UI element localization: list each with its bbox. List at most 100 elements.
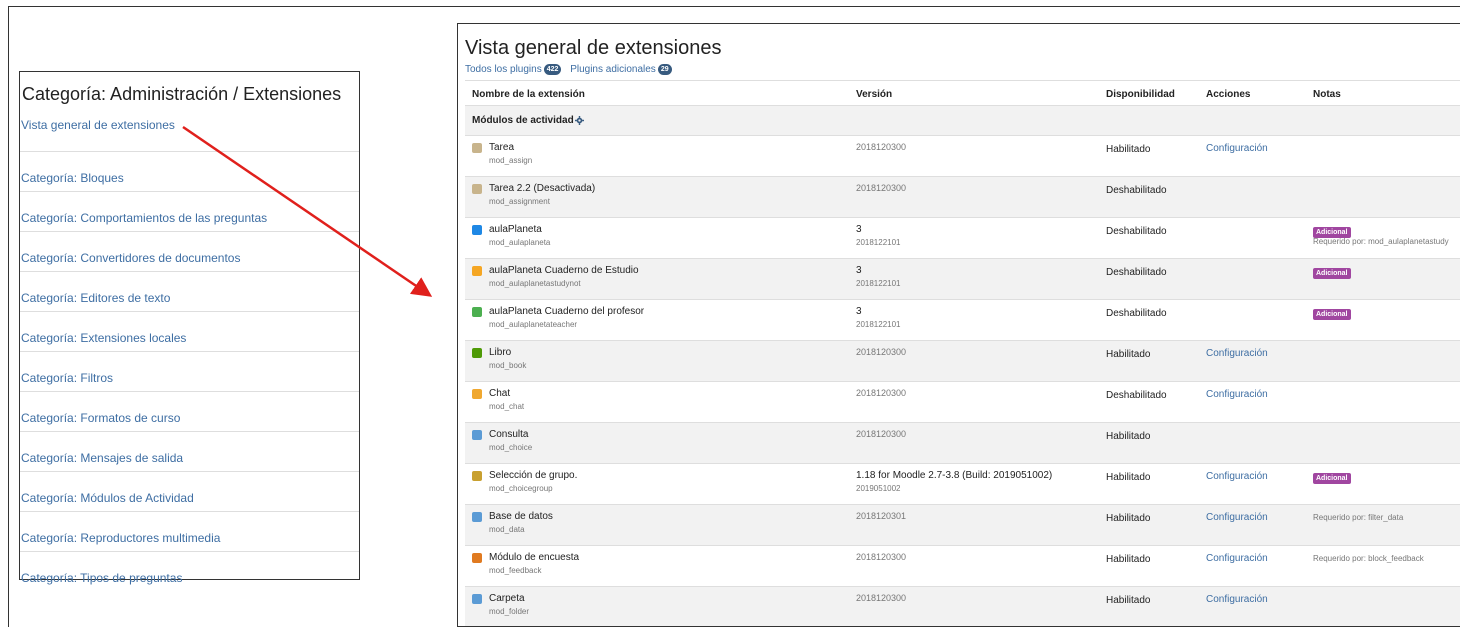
- chat-icon: [472, 389, 482, 399]
- plugin-version: 2018122101: [856, 238, 901, 247]
- category-link-label[interactable]: Categoría: Convertidores de documentos: [21, 232, 359, 264]
- table-row: Selección de grupo. mod_choicegroup 1.18 f…: [465, 463, 1460, 504]
- plugin-required-by: Requerido por: block_feedback: [1313, 554, 1424, 563]
- table-row: Consulta mod_choice 2018120300 Habilitado: [465, 422, 1460, 463]
- plugin-component: mod_aulaplanetastudynot: [489, 279, 581, 288]
- plugin-release: 3: [856, 265, 862, 276]
- plugin-required-by: Requerido por: mod_aulaplanetastudy: [1313, 237, 1449, 246]
- category-link-label[interactable]: Categoría: Formatos de curso: [21, 392, 359, 424]
- frame-left-border: [8, 6, 9, 627]
- table-row: aulaPlaneta Cuaderno de Estudio mod_aulap…: [465, 258, 1460, 299]
- plugin-availability: Deshabilitado: [1106, 267, 1167, 278]
- plugin-version: 2018120300: [856, 429, 907, 439]
- plugin-settings-link[interactable]: Configuración: [1206, 512, 1268, 523]
- feedback-icon: [472, 553, 482, 563]
- plugin-rows: Tarea mod_assign 2018120300 Habilitado Confi…: [465, 135, 1460, 626]
- plugin-name: Chat: [489, 388, 511, 399]
- plugin-name: Selección de grupo.: [489, 470, 578, 481]
- additional-badge: Adicional: [1313, 268, 1351, 279]
- all-plugins-label[interactable]: Todos los plugins: [465, 64, 542, 75]
- plugin-component: mod_folder: [489, 607, 530, 616]
- category-link-blocks[interactable]: Categoría: Bloques: [20, 152, 359, 192]
- plugin-release: 3: [856, 306, 862, 317]
- plugin-name: aulaPlaneta: [489, 224, 542, 235]
- category-link-question-behaviours[interactable]: Categoría: Comportamientos de las pregun…: [20, 192, 359, 232]
- additional-plugins-label[interactable]: Plugins adicionales: [570, 64, 656, 75]
- plugin-release: 3: [856, 224, 862, 235]
- plugin-name: aulaPlaneta Cuaderno del profesor: [489, 306, 645, 317]
- additional-plugins-link[interactable]: Plugins adicionales 29: [570, 64, 672, 75]
- category-link-course-formats[interactable]: Categoría: Formatos de curso: [20, 392, 359, 432]
- database-icon: [472, 512, 482, 522]
- plugin-name: Tarea 2.2 (Desactivada): [489, 183, 596, 194]
- plugin-settings-link[interactable]: Configuración: [1206, 471, 1268, 482]
- category-link-label[interactable]: Categoría: Mensajes de salida: [21, 432, 359, 464]
- plugin-component: mod_chat: [489, 402, 525, 411]
- plugin-release: 1.18 for Moodle 2.7-3.8 (Build: 20190510…: [856, 470, 1053, 481]
- additional-badge: Adicional: [1313, 309, 1351, 320]
- frame-top-border: [8, 6, 1460, 7]
- plugin-version: 2018122101: [856, 320, 901, 329]
- category-link-label[interactable]: Categoría: Bloques: [21, 152, 359, 184]
- plugin-component: mod_data: [489, 525, 525, 534]
- column-header-name: Nombre de la extensión: [472, 89, 585, 100]
- plugin-settings-link[interactable]: Configuración: [1206, 143, 1268, 154]
- table-row: Módulo de encuesta mod_feedback 2018120300…: [465, 545, 1460, 586]
- plugin-settings-link[interactable]: Configuración: [1206, 594, 1268, 605]
- category-link-label[interactable]: Categoría: Extensiones locales: [21, 312, 359, 344]
- category-link-text-editors[interactable]: Categoría: Editores de texto: [20, 272, 359, 312]
- plugin-settings-link[interactable]: Configuración: [1206, 553, 1268, 564]
- category-link-label[interactable]: Categoría: Reproductores multimedia: [21, 512, 359, 544]
- categories-list: Vista general de extensiones Categoría: …: [20, 113, 359, 592]
- plugin-availability: Deshabilitado: [1106, 308, 1167, 319]
- plugin-name: Libro: [489, 347, 512, 358]
- table-row: Base de datos mod_data 2018120301 Habilitad…: [465, 504, 1460, 545]
- category-link-label[interactable]: Categoría: Módulos de Actividad: [21, 472, 359, 504]
- plugin-settings-link[interactable]: Configuración: [1206, 348, 1268, 359]
- category-link-question-types[interactable]: Categoría: Tipos de preguntas: [20, 552, 359, 592]
- plugin-availability: Habilitado: [1106, 472, 1151, 483]
- category-link-media-players[interactable]: Categoría: Reproductores multimedia: [20, 512, 359, 552]
- plugin-component: mod_choice: [489, 443, 533, 452]
- category-link-label[interactable]: Categoría: Editores de texto: [21, 272, 359, 304]
- table-row: Libro mod_book 2018120300 Habilitado Configu…: [465, 340, 1460, 381]
- column-header-version: Versión: [856, 89, 893, 100]
- category-link-label[interactable]: Categoría: Filtros: [21, 352, 359, 384]
- choice-icon: [472, 430, 482, 440]
- column-header-actions: Acciones: [1206, 89, 1251, 100]
- category-link-activity-modules[interactable]: Categoría: Módulos de Actividad: [20, 472, 359, 512]
- plugin-availability: Habilitado: [1106, 513, 1151, 524]
- plugin-availability: Habilitado: [1106, 554, 1151, 565]
- category-link-label[interactable]: Categoría: Comportamientos de las pregun…: [21, 192, 359, 224]
- category-link-filters[interactable]: Categoría: Filtros: [20, 352, 359, 392]
- column-header-notes: Notas: [1313, 89, 1341, 100]
- plugin-version: 2018120300: [856, 142, 907, 152]
- plugin-availability: Habilitado: [1106, 595, 1151, 606]
- plugin-availability: Deshabilitado: [1106, 390, 1167, 401]
- category-link-local-plugins[interactable]: Categoría: Extensiones locales: [20, 312, 359, 352]
- category-link-label[interactable]: Categoría: Tipos de preguntas: [21, 552, 359, 584]
- category-link-document-converters[interactable]: Categoría: Convertidores de documentos: [20, 232, 359, 272]
- assignment-icon: [472, 184, 482, 194]
- plugin-component: mod_aulaplanetateacher: [489, 320, 578, 329]
- all-plugins-count-badge: 422: [543, 64, 562, 75]
- category-link-message-outputs[interactable]: Categoría: Mensajes de salida: [20, 432, 359, 472]
- table-row: aulaPlaneta Cuaderno del profesor mod_aul…: [465, 299, 1460, 340]
- table-row: aulaPlaneta mod_aulaplaneta 3 2018122101 Des…: [465, 217, 1460, 258]
- plugin-filter-links: Todos los plugins 422 Plugins adicionale…: [465, 64, 678, 75]
- category-link-label[interactable]: Vista general de extensiones: [21, 113, 359, 131]
- plugin-settings-link[interactable]: Configuración: [1206, 389, 1268, 400]
- plugin-component: mod_book: [489, 361, 527, 370]
- category-link-overview[interactable]: Vista general de extensiones: [20, 113, 359, 152]
- plugin-version: 2018120300: [856, 388, 907, 398]
- aulaplaneta-icon: [472, 225, 482, 235]
- table-row: Chat mod_chat 2018120300 Deshabilitado Confi…: [465, 381, 1460, 422]
- section-title: Módulos de actividad: [472, 115, 584, 126]
- table-row: Carpeta mod_folder 2018120300 Habilitado Con…: [465, 586, 1460, 626]
- table-header-row: Nombre de la extensión Versión Disponibi…: [465, 80, 1460, 105]
- plugin-component: mod_feedback: [489, 566, 542, 575]
- categories-panel: Categoría: Administración / Extensiones …: [19, 71, 360, 584]
- all-plugins-link[interactable]: Todos los plugins 422: [465, 64, 562, 75]
- gear-icon[interactable]: [574, 116, 584, 125]
- plugin-availability: Habilitado: [1106, 349, 1151, 360]
